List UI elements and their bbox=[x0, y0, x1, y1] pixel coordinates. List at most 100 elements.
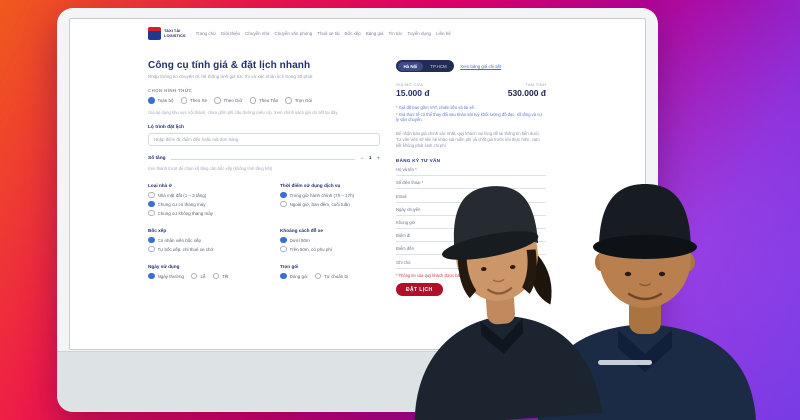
form-field[interactable]: Họ và tên * bbox=[396, 167, 546, 176]
price-total-value: 530.000 đ bbox=[508, 88, 546, 98]
input-underline bbox=[396, 185, 546, 189]
radio-icon bbox=[214, 97, 221, 104]
plus-button[interactable]: + bbox=[376, 156, 380, 162]
radio-option[interactable]: Nhà mặt đất (1 – 3 tầng) bbox=[148, 192, 272, 199]
radio-icon bbox=[213, 273, 220, 280]
radio-icon bbox=[148, 210, 155, 217]
radio-group-distance: Khoảng cách đỗ xe Dưới 50mTrên 50m, có p… bbox=[280, 228, 380, 255]
radio-icon bbox=[191, 273, 198, 280]
booking-fields: Họ và tên * Số điện thoại * bbox=[396, 167, 546, 268]
radio-icon bbox=[148, 273, 155, 280]
brand-logo-icon bbox=[148, 27, 161, 40]
radio-option[interactable]: Lễ bbox=[191, 273, 206, 280]
radio-option[interactable]: Trên 50m, có phụ phí bbox=[280, 246, 380, 253]
radio-icon bbox=[285, 97, 292, 104]
radio-icon bbox=[148, 246, 155, 253]
monitor-chin bbox=[57, 351, 658, 412]
nav-link[interactable]: Giới thiệu bbox=[221, 31, 240, 36]
book-now-button[interactable]: ĐẶT LỊCH bbox=[396, 283, 443, 296]
radio-option[interactable]: Có nhân viên bốc xếp bbox=[148, 237, 272, 244]
nav-link[interactable]: Tuyển dụng bbox=[407, 31, 431, 36]
input-underline bbox=[396, 265, 546, 269]
floors-slider[interactable] bbox=[171, 158, 356, 160]
site-header: TAXI TẢI LOGISTICS Trang chủ Giới thiệu Ch… bbox=[148, 27, 546, 40]
form-field[interactable]: Khung giờ bbox=[396, 220, 546, 229]
radio-icon bbox=[148, 237, 155, 244]
website-page: TAXI TẢI LOGISTICS Trang chủ Giới thiệu Ch… bbox=[148, 27, 546, 296]
radio-group-day: Ngày sử dụng Ngày thườngLễTết bbox=[148, 264, 272, 282]
form-field[interactable]: Ngày chuyển bbox=[396, 207, 546, 216]
input-underline bbox=[396, 251, 546, 255]
radio-icon bbox=[280, 273, 287, 280]
minus-button[interactable]: − bbox=[360, 156, 364, 162]
radio-group-time: Thời điểm sử dụng dịch vụ Trong giờ hành… bbox=[280, 183, 380, 219]
price-notes: * Giá đã bao gồm VAT, nhiên liệu và tài … bbox=[396, 105, 546, 123]
radio-icon bbox=[250, 97, 257, 104]
brand-logo[interactable]: TAXI TẢI LOGISTICS bbox=[148, 27, 186, 40]
radio-icon bbox=[181, 97, 188, 104]
main-nav: Trang chủ Giới thiệu Chuyển nhà Chuyển văn … bbox=[196, 31, 546, 36]
nav-link[interactable]: Thuê xe tải bbox=[317, 31, 339, 36]
radio-icon bbox=[148, 97, 155, 104]
radio-option[interactable]: Chung cư không thang máy bbox=[148, 210, 272, 217]
radio-option[interactable]: Tự chuẩn bị bbox=[315, 273, 349, 280]
form-field[interactable]: Số điện thoại * bbox=[396, 180, 546, 189]
radio-group-loading: Bốc xếp Có nhân viên bốc xếpTự bốc xếp, … bbox=[148, 228, 272, 255]
privacy-note: * Thông tin của quý khách được bảo mật t… bbox=[396, 273, 546, 278]
radio-icon bbox=[280, 201, 287, 208]
booking-form-label: ĐĂNG KÝ TƯ VẤN bbox=[396, 158, 546, 163]
service-type-options: Toàn bộ Theo Xe Theo Giờ bbox=[148, 97, 380, 106]
radio-option[interactable]: Tự bốc xếp, chỉ thuê xe chở bbox=[148, 246, 272, 253]
route-input[interactable]: Nhập điểm đi, điểm đến hoặc mã đơn hàng bbox=[148, 133, 380, 146]
nav-link[interactable]: Bảng giá bbox=[366, 31, 384, 36]
radio-option[interactable]: Ngoài giờ, ban đêm, cuối tuần bbox=[280, 201, 380, 208]
service-note: Giá áp dụng khu vực nội thành, chưa gồm … bbox=[148, 110, 380, 116]
imac-monitor: TAXI TẢI LOGISTICS Trang chủ Giới thiệu Ch… bbox=[57, 8, 658, 412]
radio-option[interactable]: Trong giờ hành chính (7h – 17h) bbox=[280, 192, 380, 199]
price-from-value: 15.000 đ bbox=[396, 88, 430, 98]
price-total: TẠM TÍNH 530.000 đ bbox=[508, 82, 546, 98]
radio-group-house-type: Loại nhà ở Nhà mặt đất (1 – 3 tầng)Chung… bbox=[148, 183, 272, 219]
radio-option[interactable]: Đóng gói bbox=[280, 273, 308, 280]
region-toggle: Hà NộiTP.HCM bbox=[396, 60, 454, 72]
service-radio-option[interactable]: Toàn bộ bbox=[148, 97, 174, 104]
service-radio-option[interactable]: Theo Xe bbox=[181, 97, 208, 104]
input-underline bbox=[396, 212, 546, 216]
region-toggle-option[interactable]: Hà Nội bbox=[398, 62, 424, 71]
price-note: * Giá đã bao gồm VAT, nhiên liệu và tài … bbox=[396, 105, 546, 111]
form-field[interactable]: Điểm đến bbox=[396, 246, 546, 255]
floors-row: Số tầng − 1 + bbox=[148, 156, 380, 162]
form-field[interactable]: Điểm đi bbox=[396, 233, 546, 242]
nav-link[interactable]: Tin tức bbox=[389, 31, 403, 36]
radio-option[interactable]: Tết bbox=[213, 273, 229, 280]
price-from: GIÁ MỞ CỬA 15.000 đ bbox=[396, 82, 430, 98]
nav-link[interactable]: Liên hệ bbox=[436, 31, 451, 36]
radio-option[interactable]: Dưới 50m bbox=[280, 237, 380, 244]
nav-link[interactable]: Chuyển văn phòng bbox=[274, 31, 312, 36]
nav-link[interactable]: Chuyển nhà bbox=[245, 31, 269, 36]
radio-option[interactable]: Ngày thường bbox=[148, 273, 184, 280]
brand-name: TAXI TẢI LOGISTICS bbox=[164, 29, 186, 39]
input-underline bbox=[396, 238, 546, 242]
price-note: * Giá thực tế có thể thay đổi sau khảo s… bbox=[396, 112, 546, 123]
nav-link[interactable]: Bốc xếp bbox=[344, 31, 360, 36]
calculator-form: Công cụ tính giá & đặt lịch nhanh Nhập t… bbox=[148, 60, 380, 296]
route-label: Lộ trình đặt lịch bbox=[148, 125, 380, 130]
service-radio-option[interactable]: Theo Tấn bbox=[250, 97, 279, 104]
radio-icon bbox=[148, 192, 155, 199]
consult-paragraph: Để nhận báo giá chính xác nhất, quý khác… bbox=[396, 131, 546, 149]
service-radio-option[interactable]: Theo Giờ bbox=[214, 97, 242, 104]
service-radio-option[interactable]: Trọn Gói bbox=[285, 97, 312, 104]
floors-note: Kéo thanh trượt để chọn số tầng cần bốc … bbox=[148, 166, 380, 172]
radio-group-package: Trọn gói Đóng góiTự chuẩn bị bbox=[280, 264, 380, 282]
form-field[interactable]: Ghi chú bbox=[396, 260, 546, 269]
form-field[interactable]: Email bbox=[396, 194, 546, 203]
region-toggle-option[interactable]: TP.HCM bbox=[424, 62, 452, 71]
input-underline bbox=[396, 199, 546, 203]
nav-link[interactable]: Trang chủ bbox=[196, 31, 216, 36]
monitor-screen: TAXI TẢI LOGISTICS Trang chủ Giới thiệu Ch… bbox=[69, 18, 646, 350]
input-underline bbox=[396, 172, 546, 176]
price-table-link[interactable]: Xem bảng giá chi tiết bbox=[460, 64, 501, 69]
service-type-label: CHỌN HÌNH THỨC bbox=[148, 88, 380, 93]
radio-option[interactable]: Chung cư có thang máy bbox=[148, 201, 272, 208]
